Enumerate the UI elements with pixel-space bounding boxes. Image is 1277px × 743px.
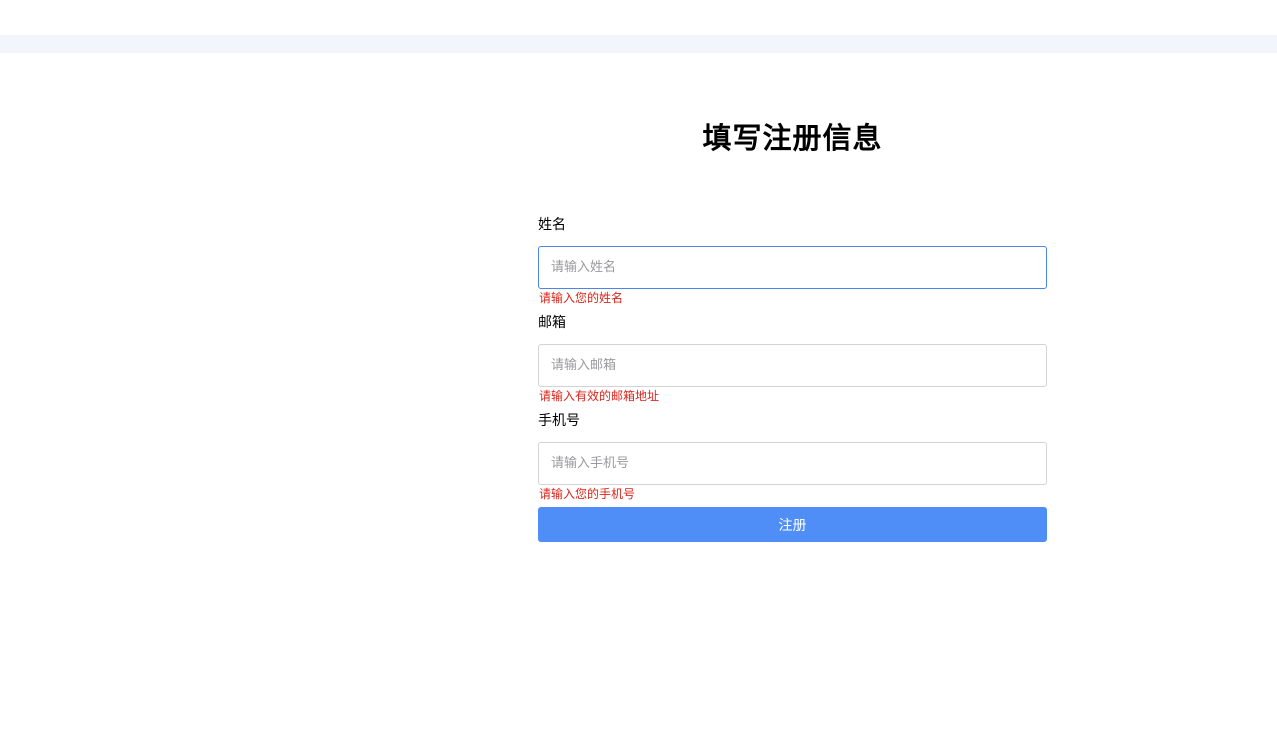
email-input[interactable]	[538, 344, 1047, 387]
top-band	[0, 35, 1277, 53]
phone-input[interactable]	[538, 442, 1047, 485]
email-error-message: 请输入有效的邮箱地址	[539, 389, 660, 403]
phone-label: 手机号	[538, 413, 580, 429]
name-error-message: 请输入您的姓名	[539, 291, 624, 305]
name-field-group: 姓名 请输入您的姓名	[538, 215, 1047, 306]
phone-error-message: 请输入您的手机号	[539, 487, 636, 501]
phone-field-group: 手机号 请输入您的手机号	[538, 411, 1047, 502]
name-input[interactable]	[538, 246, 1047, 289]
email-field-group: 邮箱 请输入有效的邮箱地址	[538, 313, 1047, 404]
register-button[interactable]: 注册	[538, 507, 1047, 542]
name-label: 姓名	[538, 217, 566, 233]
page-title: 填写注册信息	[702, 121, 883, 155]
registration-form: 姓名 请输入您的姓名 邮箱 请输入有效的邮箱地址 手机号 请输入您的手机号 注册	[538, 215, 1047, 542]
email-label: 邮箱	[538, 315, 566, 331]
